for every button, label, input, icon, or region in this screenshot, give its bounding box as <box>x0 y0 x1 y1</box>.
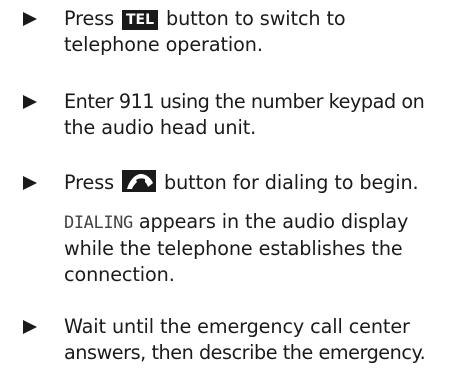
step-line: telephone operation. <box>64 33 263 56</box>
step-line: the audio head unit. <box>64 116 257 139</box>
step-line: Enter 911 using the number keypad on <box>64 90 425 113</box>
phone-handset-icon <box>122 170 156 192</box>
triangle-bullet-icon <box>23 6 37 32</box>
step-text-segment: Press <box>64 171 114 194</box>
step-text-segment: button to switch to <box>166 7 346 30</box>
instruction-page: Press TEL button to switch to telephone … <box>0 0 476 375</box>
display-text: DIALING <box>64 213 133 233</box>
note-line: connection. <box>64 263 175 286</box>
note-text-segment: appears in the audio display <box>138 210 409 233</box>
step-line: Press TEL button to switch to <box>64 6 474 32</box>
triangle-bullet-icon <box>23 170 37 196</box>
note-line: DIALING appears in the audio display <box>64 209 474 236</box>
step-text: Wait until the emergency call center ans… <box>64 314 474 366</box>
step-text: Press TEL button to switch to telephone … <box>64 6 474 58</box>
dialing-note: DIALING appears in the audio display whi… <box>64 209 474 288</box>
step-text: Enter 911 using the number keypad on the… <box>64 89 474 141</box>
step-line: answers, then describe the emergency. <box>64 341 426 364</box>
step-text-segment: button for dialing to begin. <box>164 171 419 194</box>
step-text-segment: Press <box>64 7 114 30</box>
step-line: Press button for dialing to begin. <box>64 170 474 196</box>
tel-button-icon: TEL <box>122 10 159 30</box>
note-line: while the telephone establishes the <box>64 237 403 260</box>
triangle-bullet-icon <box>23 314 37 340</box>
step-text: Press button for dialing to begin. <box>64 170 474 196</box>
step-line: Wait until the emergency call center <box>64 315 410 338</box>
triangle-bullet-icon <box>23 89 37 115</box>
